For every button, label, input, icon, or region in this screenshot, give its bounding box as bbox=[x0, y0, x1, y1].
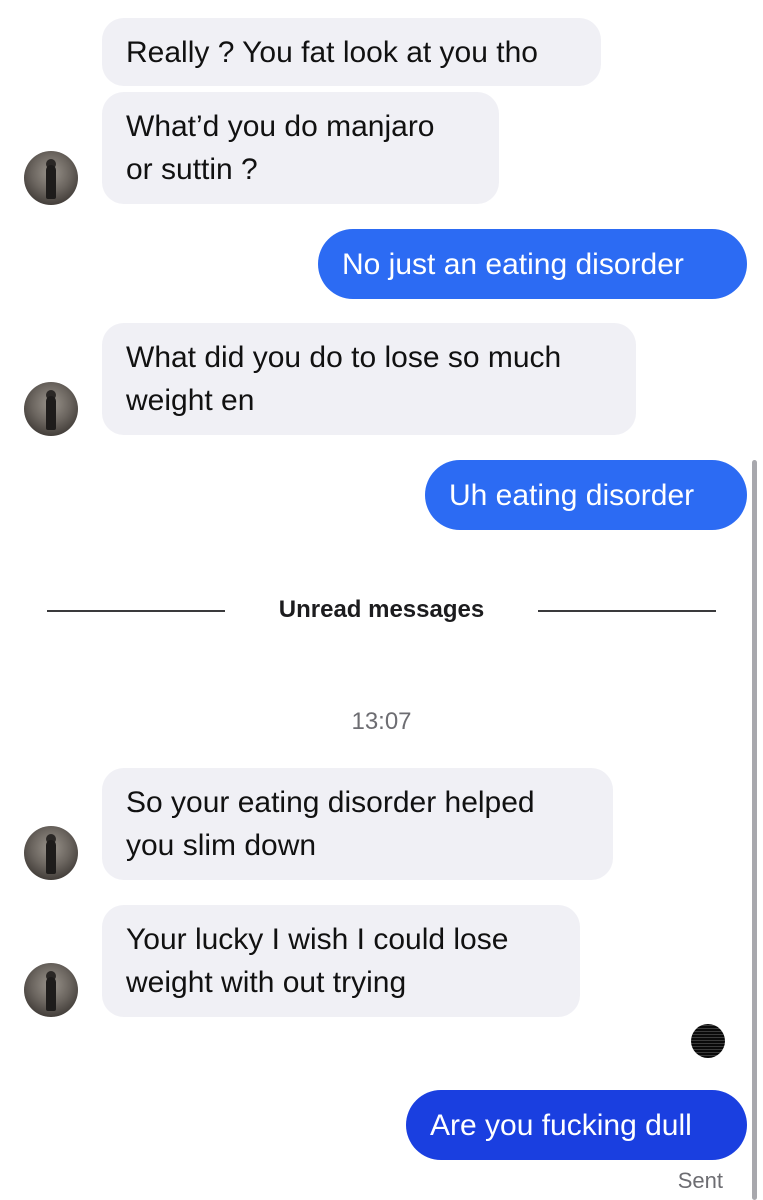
message-bubble-outgoing[interactable]: No just an eating disorder bbox=[318, 229, 747, 299]
divider-line-left bbox=[47, 610, 225, 612]
avatar-figure-body bbox=[46, 840, 56, 874]
message-bubble-outgoing[interactable]: Are you fucking dull bbox=[406, 1090, 747, 1160]
message-timestamp: 13:07 bbox=[351, 708, 412, 735]
unread-messages-divider-label: Unread messages bbox=[278, 596, 485, 623]
sender-avatar[interactable] bbox=[24, 151, 78, 205]
avatar-figure-body bbox=[46, 396, 56, 430]
sender-avatar[interactable] bbox=[24, 826, 78, 880]
scrollbar-thumb[interactable] bbox=[752, 460, 757, 1200]
avatar-figure-body bbox=[46, 165, 56, 199]
chat-thread: Really ? You fat look at you tho What’d … bbox=[0, 0, 763, 1200]
read-receipt-avatar bbox=[691, 1024, 725, 1058]
sender-avatar[interactable] bbox=[24, 382, 78, 436]
avatar-figure-body bbox=[46, 977, 56, 1011]
message-bubble-incoming[interactable]: Your lucky I wish I could lose weight wi… bbox=[102, 905, 580, 1017]
sender-avatar[interactable] bbox=[24, 963, 78, 1017]
sent-status-label: Sent bbox=[677, 1168, 723, 1193]
message-bubble-incoming[interactable]: What did you do to lose so much weight e… bbox=[102, 323, 636, 435]
message-bubble-incoming[interactable]: So your eating disorder helped you slim … bbox=[102, 768, 613, 880]
message-bubble-incoming[interactable]: Really ? You fat look at you tho bbox=[102, 18, 601, 86]
message-bubble-incoming[interactable]: What’d you do manjaro or suttin ? bbox=[102, 92, 499, 204]
message-bubble-outgoing[interactable]: Uh eating disorder bbox=[425, 460, 747, 530]
divider-line-right bbox=[538, 610, 716, 612]
